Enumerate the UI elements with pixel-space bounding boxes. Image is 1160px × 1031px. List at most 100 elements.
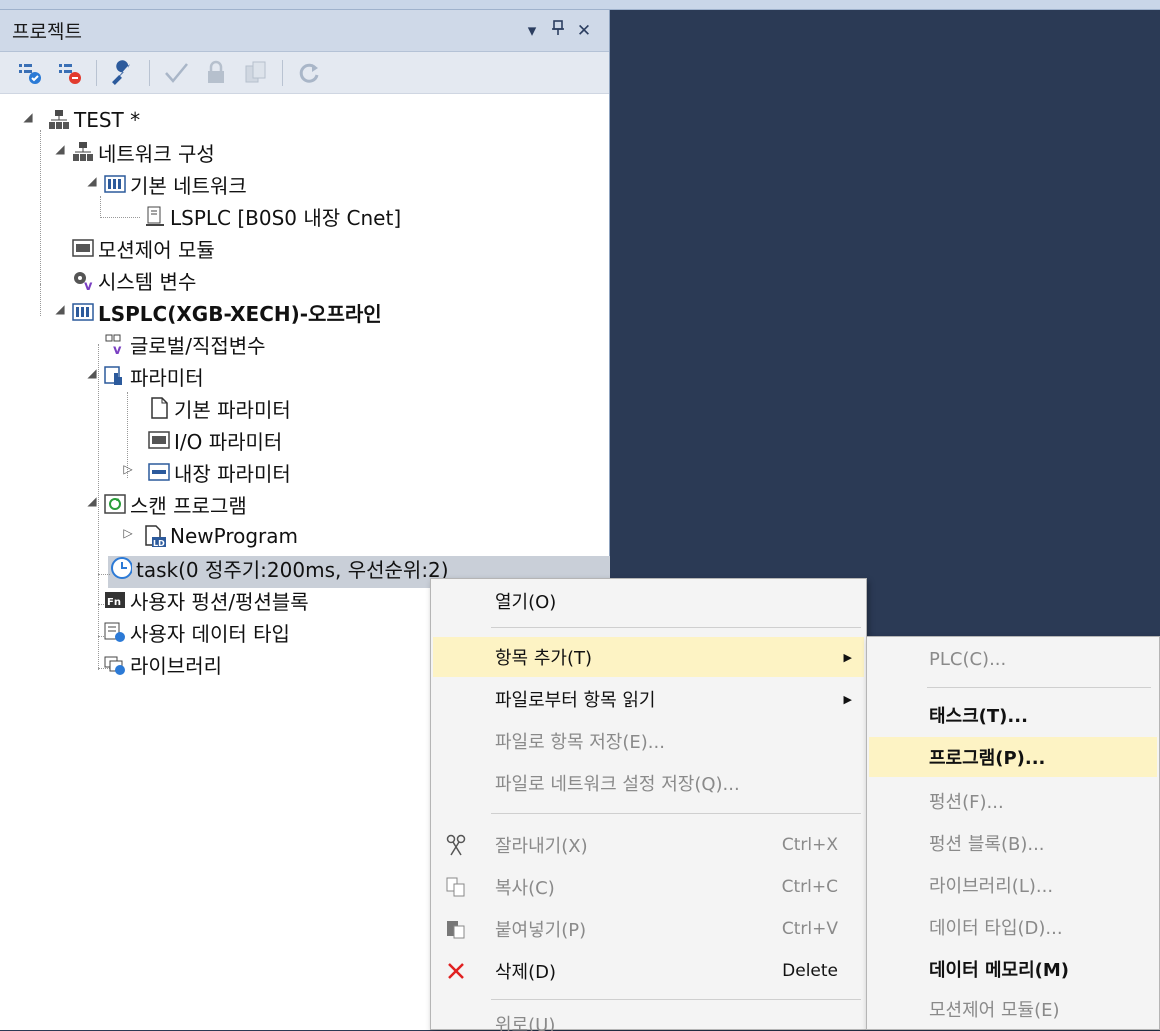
close-panel-button[interactable]: ✕	[571, 21, 597, 41]
add-item-submenu: PLC(C)... 태스크(T)... 프로그램(P)... 펑션(F)... …	[866, 636, 1160, 1030]
submenu-item-task[interactable]: 태스크(T)...	[869, 695, 1157, 735]
module-icon	[148, 429, 170, 451]
menu-item-delete[interactable]: 삭제(D) Delete	[433, 951, 864, 991]
menu-item-save-network[interactable]: 파일로 네트워크 설정 저장(Q)...	[433, 763, 864, 803]
function-icon: Fn	[104, 589, 126, 611]
tree-item-basic-network[interactable]: 기본 네트워크	[104, 168, 247, 200]
tree-item-library[interactable]: 라이브러리	[104, 648, 222, 680]
tree-item-plc[interactable]: LSPLC(XGB-XECH)-오프라인	[72, 296, 382, 328]
tree-line	[100, 217, 140, 218]
wrench-icon[interactable]	[107, 57, 139, 89]
submenu-item-motion-module[interactable]: 모션제어 모듈(E)	[869, 989, 1157, 1029]
svg-text:Fn: Fn	[107, 597, 121, 608]
collapse-icon[interactable]: ◢	[86, 366, 98, 380]
builtin-module-icon	[148, 461, 170, 483]
refresh-icon	[293, 57, 325, 89]
network-icon	[48, 109, 70, 131]
submenu-item-function-block[interactable]: 펑션 블록(B)...	[869, 823, 1157, 863]
submenu-arrow-icon: ▶	[843, 650, 852, 664]
tree-item-builtin-param[interactable]: 내장 파라미터	[148, 456, 291, 488]
device-icon	[144, 205, 166, 227]
tree-item-system-vars[interactable]: v 시스템 변수	[72, 264, 196, 296]
svg-text:v: v	[84, 279, 93, 291]
stop-icon[interactable]	[54, 57, 86, 89]
panel-title: 프로젝트	[12, 21, 82, 43]
delete-icon	[443, 958, 469, 984]
network-icon	[72, 141, 94, 163]
toolbar-separator	[149, 59, 150, 86]
compare-icon	[240, 57, 272, 89]
svg-text:LD: LD	[153, 539, 165, 547]
expand-icon[interactable]: ▷	[122, 462, 134, 476]
menu-separator	[491, 627, 861, 628]
panel-toolbar	[0, 52, 609, 94]
lock-icon	[200, 57, 232, 89]
collapse-icon[interactable]: ◢	[54, 142, 66, 156]
tree-line	[40, 284, 41, 316]
clock-icon	[110, 557, 132, 579]
menu-item-read-from-file[interactable]: 파일로부터 항목 읽기 ▶	[433, 679, 864, 719]
paste-icon	[443, 916, 469, 942]
menu-item-paste[interactable]: 붙여넣기(P) Ctrl+V	[433, 909, 864, 949]
check-icon	[160, 57, 192, 89]
pin-icon[interactable]	[545, 20, 571, 41]
tree-item-scan-program[interactable]: 스캔 프로그램	[104, 488, 247, 520]
tree-item-test[interactable]: TEST *	[48, 104, 140, 136]
panel-dropdown-button[interactable]: ▾	[519, 21, 545, 41]
build-all-icon[interactable]	[14, 57, 46, 89]
menu-separator	[491, 999, 861, 1000]
tree-line	[98, 574, 110, 575]
tree-item-basic-param[interactable]: 기본 파라미터	[148, 392, 291, 424]
menu-item-save-to-file[interactable]: 파일로 항목 저장(E)...	[433, 721, 864, 761]
tree-item-lsplc-cnet[interactable]: LSPLC [B0S0 내장 Cnet]	[144, 200, 401, 232]
global-variable-icon: v	[104, 333, 126, 355]
menu-item-open[interactable]: 열기(O)	[433, 581, 864, 621]
svg-text:v: v	[113, 343, 122, 355]
submenu-arrow-icon: ▶	[843, 692, 852, 706]
expand-icon[interactable]: ▷	[122, 526, 134, 540]
datatype-icon	[104, 621, 126, 643]
plc-icon	[104, 173, 126, 195]
tree-line	[40, 130, 41, 284]
menu-item-up[interactable]: 위로(U)	[433, 1007, 864, 1031]
submenu-item-library[interactable]: 라이브러리(L)...	[869, 865, 1157, 905]
submenu-item-function[interactable]: 펑션(F)...	[869, 781, 1157, 821]
scan-program-icon	[104, 493, 126, 515]
submenu-item-program[interactable]: 프로그램(P)...	[869, 737, 1157, 777]
tree-item-task[interactable]: task(0 정주기:200ms, 우선순위:2)	[110, 552, 449, 584]
scissors-icon	[443, 832, 469, 858]
menu-item-copy[interactable]: 복사(C) Ctrl+C	[433, 867, 864, 907]
context-menu: 열기(O) 항목 추가(T) ▶ 파일로부터 항목 읽기 ▶ 파일로 항목 저장…	[430, 578, 867, 1031]
system-variable-icon: v	[72, 269, 94, 291]
document-icon	[148, 397, 170, 419]
parameter-icon	[104, 365, 126, 387]
submenu-item-plc[interactable]: PLC(C)...	[869, 639, 1157, 679]
tree-item-global-vars[interactable]: v 글로벌/직접변수	[104, 328, 266, 360]
menu-item-cut[interactable]: 잘라내기(X) Ctrl+X	[433, 825, 864, 865]
tree-item-new-program[interactable]: LD NewProgram	[144, 520, 298, 552]
collapse-icon[interactable]: ◢	[86, 494, 98, 508]
collapse-icon[interactable]: ◢	[22, 110, 34, 124]
menu-separator	[491, 813, 861, 814]
menu-separator	[927, 687, 1151, 688]
tree-item-user-function[interactable]: Fn 사용자 펑션/펑션블록	[104, 584, 309, 616]
tree-line	[100, 196, 101, 218]
tree-item-network-config[interactable]: 네트워크 구성	[72, 136, 215, 168]
tree-item-user-datatype[interactable]: 사용자 데이터 타입	[104, 616, 290, 648]
collapse-icon[interactable]: ◢	[86, 174, 98, 188]
title-strip	[0, 0, 1160, 10]
toolbar-separator	[96, 59, 97, 86]
collapse-icon[interactable]: ◢	[54, 302, 66, 316]
tree-item-motion-module[interactable]: 모션제어 모듈	[72, 232, 215, 264]
plc-icon	[72, 301, 94, 323]
submenu-item-data-memory[interactable]: 데이터 메모리(M)	[869, 949, 1157, 989]
submenu-item-data-type[interactable]: 데이터 타입(D)...	[869, 907, 1157, 947]
module-icon	[72, 237, 94, 259]
menu-item-add-item[interactable]: 항목 추가(T) ▶	[433, 637, 864, 677]
tree-item-parameters[interactable]: 파라미터	[104, 360, 204, 392]
library-icon	[104, 653, 126, 675]
tree-item-io-param[interactable]: I/O 파라미터	[148, 424, 282, 456]
tree-line	[98, 344, 99, 670]
ladder-program-icon: LD	[144, 525, 166, 547]
copy-icon	[443, 874, 469, 900]
